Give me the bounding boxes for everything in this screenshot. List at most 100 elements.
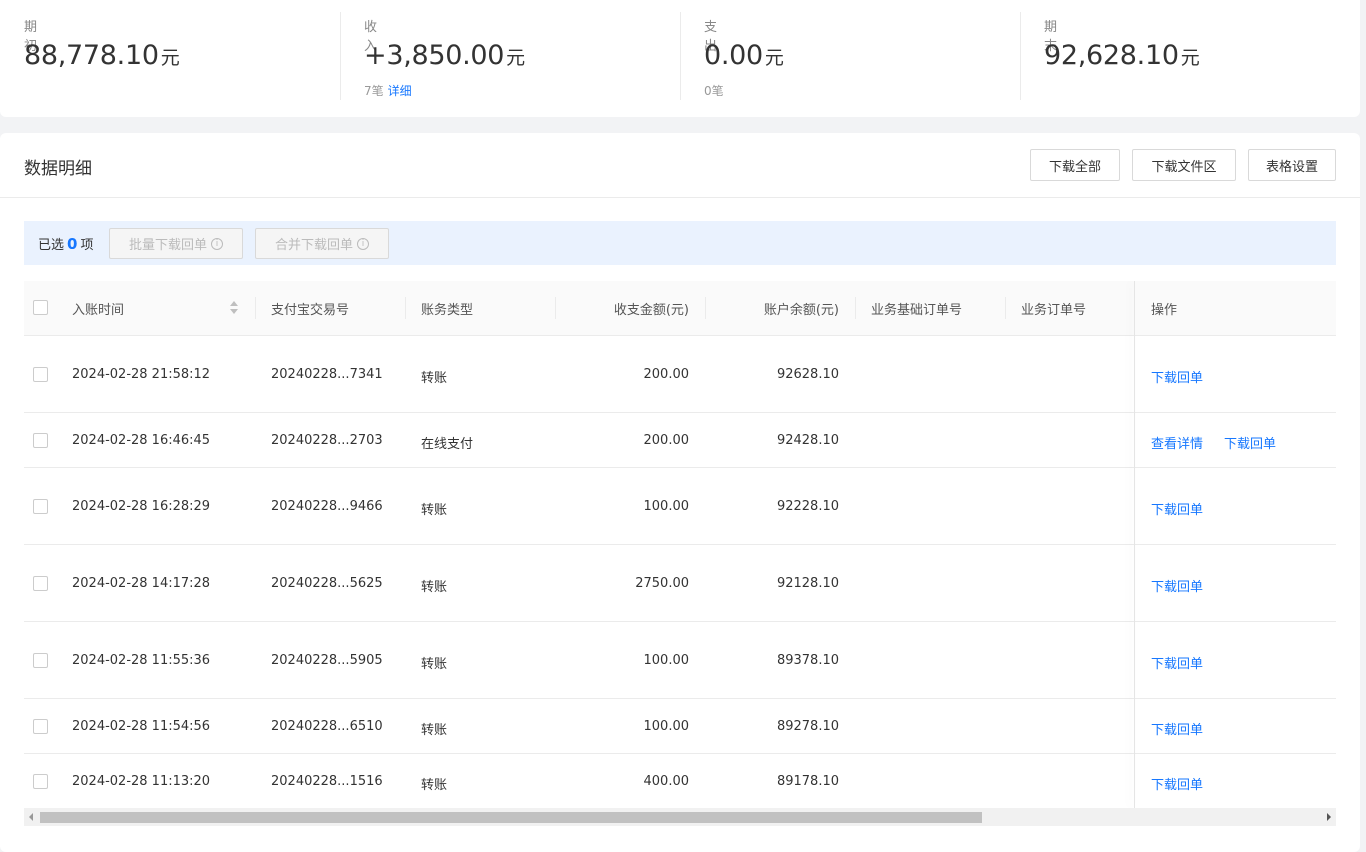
cell-trade-no: 20240228...5905: [271, 653, 383, 668]
table-row: 2024-02-28 11:13:20 20240228...1516 转账 4…: [24, 754, 1336, 808]
income-count: 7笔: [364, 84, 384, 98]
cell-trade-no: 20240228...1516: [271, 774, 383, 789]
stat-sub: 7笔 详细: [364, 82, 412, 99]
table-row: 2024-02-28 21:58:12 20240228...7341 转账 2…: [24, 336, 1336, 413]
scroll-left-icon[interactable]: [29, 813, 33, 821]
selection-text: 已选 0 项: [38, 234, 93, 253]
col-ops: 操作: [1151, 303, 1178, 318]
cell-trade-no: 20240228...5625: [271, 576, 383, 591]
cell-time: 2024-02-28 14:17:28: [72, 576, 211, 591]
stat-unit: 元: [764, 47, 784, 69]
data-detail-panel: 数据明细 下载全部 下载文件区 表格设置 已选 0 项 批量下载回单 i 合并下载回单…: [0, 133, 1360, 852]
stat-amount: 92,628.10: [1044, 40, 1179, 71]
cell-time: 2024-02-28 16:46:45: [72, 433, 211, 448]
column-resizer[interactable]: [855, 297, 856, 319]
row-checkbox[interactable]: [33, 433, 48, 448]
col-order: 业务订单号: [1021, 303, 1087, 318]
download-receipt-link[interactable]: 下载回单: [1151, 653, 1203, 672]
stat-unit: 元: [506, 47, 526, 69]
cell-time: 2024-02-28 16:28:29: [72, 499, 211, 514]
stat-amount: +3,850.00: [364, 40, 505, 71]
cell-amount: 100.00: [643, 653, 690, 668]
cell-time: 2024-02-28 11:55:36: [72, 653, 211, 668]
cell-type: 转账: [421, 503, 448, 518]
col-type: 账务类型: [421, 303, 474, 318]
column-resizer[interactable]: [555, 297, 556, 319]
selection-count: 0: [67, 235, 78, 253]
download-receipt-link[interactable]: 下载回单: [1224, 433, 1276, 452]
summary-card: 期初 88,778.10 元 收入 +3,850.00 元 7笔 详细 支出 0.00…: [0, 0, 1360, 117]
cell-amount: 100.00: [643, 719, 690, 734]
expense-count: 0笔: [704, 84, 724, 98]
stat-amount: 88,778.10: [24, 40, 159, 71]
scrollbar-thumb[interactable]: [40, 812, 982, 823]
stat-amount: 0.00: [704, 40, 763, 71]
cell-balance: 89178.10: [776, 774, 839, 789]
batch-download-button[interactable]: 批量下载回单 i: [109, 228, 243, 259]
cell-type: 转账: [421, 657, 448, 672]
cell-type: 转账: [421, 723, 448, 738]
cell-trade-no: 20240228...6510: [271, 719, 383, 734]
table-row: 2024-02-28 16:46:45 20240228...2703 在线支付…: [24, 413, 1336, 468]
select-all-checkbox[interactable]: [33, 300, 48, 315]
row-checkbox[interactable]: [33, 576, 48, 591]
row-checkbox[interactable]: [33, 774, 48, 789]
stat-unit: 元: [1180, 47, 1200, 69]
horizontal-scrollbar[interactable]: [24, 808, 1336, 826]
download-receipt-link[interactable]: 下载回单: [1151, 499, 1203, 518]
selection-prefix: 已选: [38, 238, 65, 253]
income-detail-link[interactable]: 详细: [388, 84, 412, 98]
scroll-right-icon[interactable]: [1327, 813, 1331, 821]
panel-title: 数据明细: [24, 159, 92, 179]
data-table: 入账时间 支付宝交易号 账务类型 收支金额(元) 账户余额(元) 业务基础订单号…: [24, 281, 1336, 808]
download-receipt-link[interactable]: 下载回单: [1151, 367, 1203, 386]
download-area-button[interactable]: 下载文件区: [1132, 149, 1236, 181]
table-row: 2024-02-28 14:17:28 20240228...5625 转账 2…: [24, 545, 1336, 622]
col-amount: 收支金额(元): [613, 303, 689, 318]
stat-value: 0.00 元: [704, 40, 784, 71]
row-checkbox[interactable]: [33, 653, 48, 668]
column-resizer[interactable]: [705, 297, 706, 319]
cell-trade-no: 20240228...7341: [271, 367, 383, 382]
cell-balance: 92228.10: [776, 499, 839, 514]
column-resizer[interactable]: [405, 297, 406, 319]
cell-time: 2024-02-28 21:58:12: [72, 367, 211, 382]
selection-suffix: 项: [80, 238, 94, 253]
cell-trade-no: 20240228...9466: [271, 499, 383, 514]
column-resizer[interactable]: [1005, 297, 1006, 319]
row-checkbox[interactable]: [33, 367, 48, 382]
cell-balance: 92628.10: [776, 367, 839, 382]
cell-amount: 400.00: [643, 774, 690, 789]
row-checkbox[interactable]: [33, 719, 48, 734]
merge-download-label: 合并下载回单: [274, 238, 353, 253]
download-receipt-link[interactable]: 下载回单: [1151, 774, 1203, 793]
cell-balance: 89378.10: [776, 653, 839, 668]
selection-bar: 已选 0 项 批量下载回单 i 合并下载回单 i: [24, 221, 1336, 265]
cell-balance: 92128.10: [776, 576, 839, 591]
download-all-button[interactable]: 下载全部: [1030, 149, 1120, 181]
sort-icon[interactable]: [230, 301, 238, 315]
cell-time: 2024-02-28 11:54:56: [72, 719, 211, 734]
cell-amount: 100.00: [643, 499, 690, 514]
stat-value: +3,850.00 元: [364, 40, 525, 71]
stat-unit: 元: [160, 47, 180, 69]
stat-value: 88,778.10 元: [24, 40, 180, 71]
cell-balance: 89278.10: [776, 719, 839, 734]
merge-download-button[interactable]: 合并下载回单 i: [255, 228, 389, 259]
col-time[interactable]: 入账时间: [72, 299, 124, 318]
cell-trade-no: 20240228...2703: [271, 433, 383, 448]
row-checkbox[interactable]: [33, 499, 48, 514]
col-balance: 账户余额(元): [763, 303, 839, 318]
table-row: 2024-02-28 16:28:29 20240228...9466 转账 1…: [24, 468, 1336, 545]
cell-amount: 2750.00: [635, 576, 689, 591]
table-settings-button[interactable]: 表格设置: [1248, 149, 1336, 181]
stat-sub: 0笔: [704, 82, 724, 99]
view-details-link[interactable]: 查看详情: [1151, 433, 1203, 452]
download-receipt-link[interactable]: 下载回单: [1151, 719, 1203, 738]
download-receipt-link[interactable]: 下载回单: [1151, 576, 1203, 595]
table-row: 2024-02-28 11:55:36 20240228...5905 转账 1…: [24, 622, 1336, 699]
cell-amount: 200.00: [643, 367, 690, 382]
column-resizer[interactable]: [255, 297, 256, 319]
info-icon: i: [211, 237, 223, 250]
divider: [1020, 12, 1021, 100]
